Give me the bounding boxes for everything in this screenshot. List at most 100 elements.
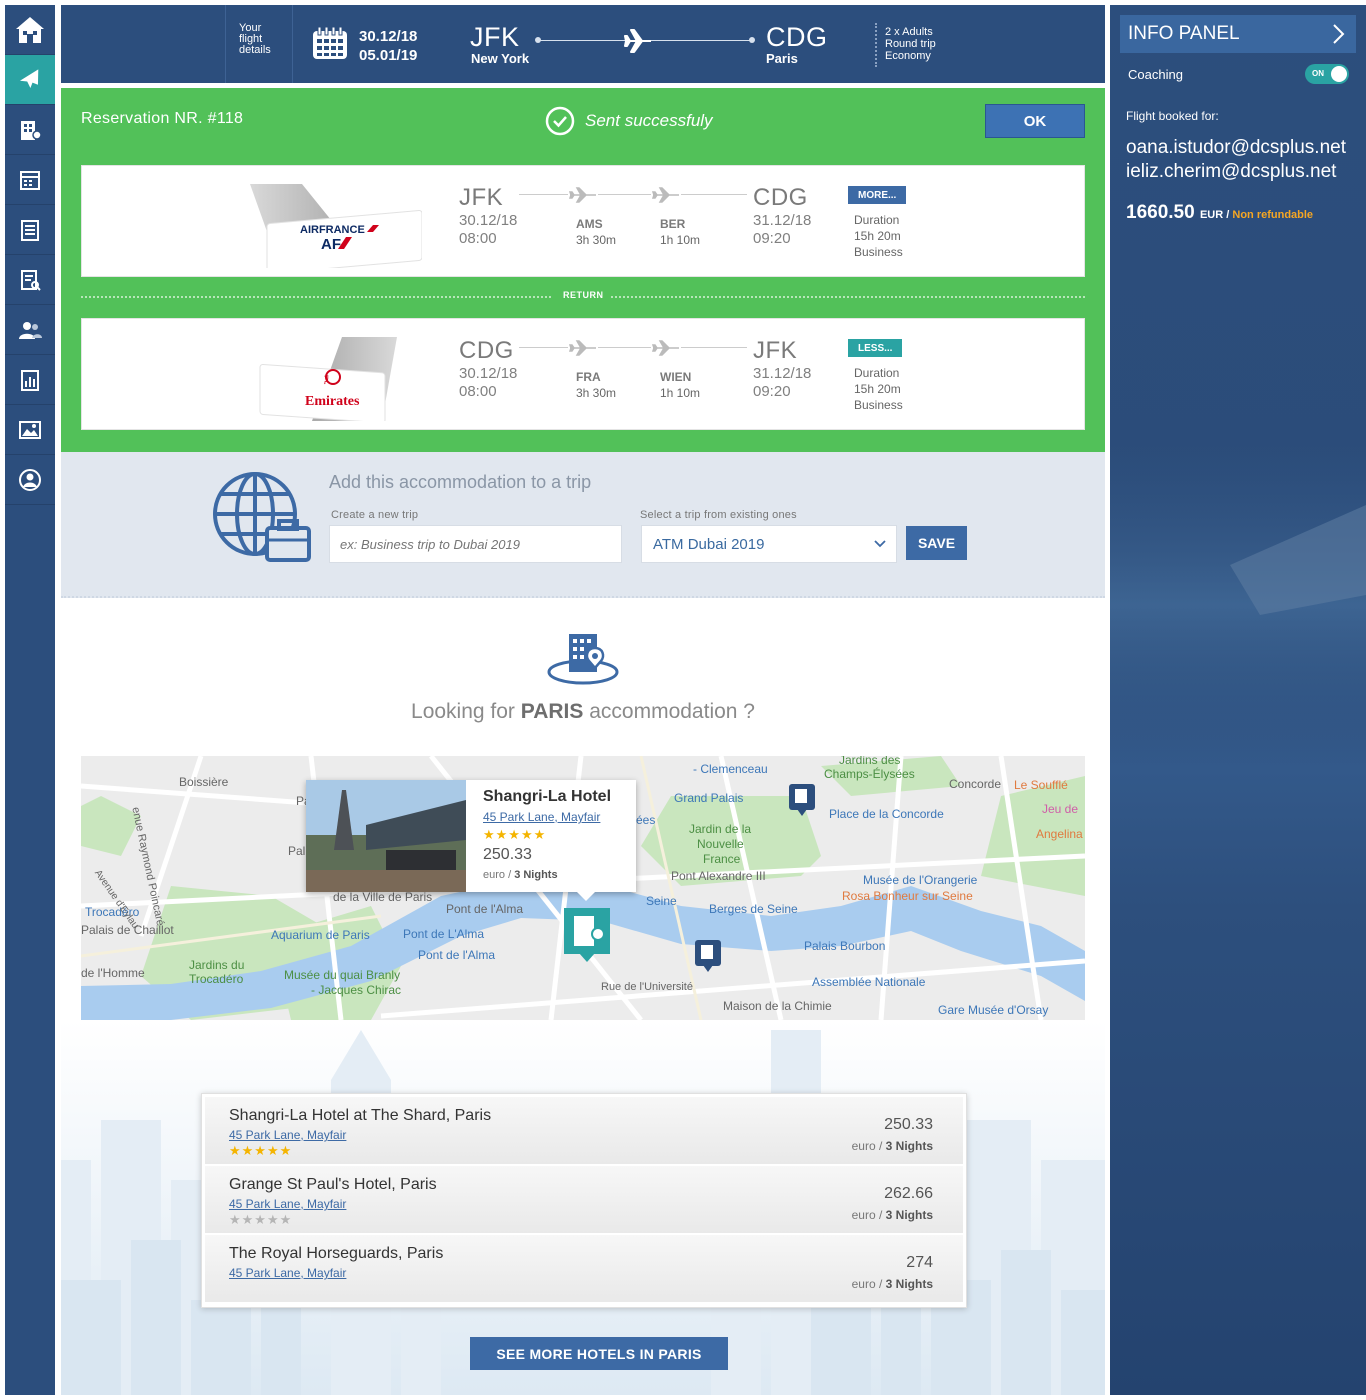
date: 31.12/18 (753, 212, 812, 229)
map-label: Musée de l'Orangerie (863, 873, 978, 887)
sidebar-item-home[interactable] (5, 5, 55, 55)
popup-pointer (575, 890, 597, 901)
coaching-toggle[interactable]: ON (1305, 64, 1349, 84)
map-label: Pal (288, 844, 306, 858)
sidebar-item-profile[interactable] (5, 455, 55, 505)
depart-date: 30.12/18 (359, 28, 418, 45)
sidebar-item-reports[interactable] (5, 255, 55, 305)
map-label: de la Ville de Paris (333, 890, 433, 904)
toggle-knob (1331, 66, 1347, 82)
existing-trip-label: Select a trip from existing ones (640, 509, 797, 521)
building-icon (21, 120, 42, 140)
map-label: Angelina (1036, 827, 1083, 841)
info-panel-header[interactable]: INFO PANEL (1120, 15, 1356, 53)
see-more-hotels-button[interactable]: SEE MORE HOTELS IN PARIS (470, 1337, 728, 1370)
flight-duration: Duration 15h 20m Business (854, 212, 903, 260)
chevron-right-icon[interactable] (1332, 23, 1346, 45)
chart-icon (21, 369, 39, 391)
stop-duration: 1h 10m (660, 386, 701, 400)
date: 30.12/18 (459, 212, 518, 229)
total-currency: EUR (1199, 209, 1224, 221)
airfrance-logo: AIRFRANCE AF (250, 184, 422, 268)
inbound-from-code: CDG (459, 337, 514, 364)
new-trip-input[interactable] (329, 525, 622, 563)
toggle-state: ON (1312, 69, 1324, 78)
total-amount: 1660.50 (1126, 202, 1195, 223)
sidebar-item-statistics[interactable] (5, 355, 55, 405)
list-item[interactable]: Grange St Paul's Hotel, Paris 45 Park La… (205, 1166, 963, 1233)
emirates-logo: ﻹ Emirates (259, 337, 397, 421)
existing-trip-select[interactable]: ATM Dubai 2019 (641, 525, 897, 563)
map-label: Place de la Concorde (829, 807, 944, 821)
inbound-to-code: JFK (753, 337, 798, 364)
header-divider (292, 5, 293, 83)
popup-hotel-address[interactable]: 45 Park Lane, Mayfair (483, 810, 600, 824)
duration-value: 15h 20m (854, 382, 901, 396)
calendar-icon (313, 26, 347, 59)
heading-prefix: Looking for (411, 700, 521, 723)
list-item[interactable]: The Royal Horseguards, Paris 45 Park Lan… (205, 1235, 963, 1302)
hotel-address[interactable]: 45 Park Lane, Mayfair (229, 1266, 346, 1280)
dotted-line (611, 296, 1085, 298)
passenger-email: oana.istudor@dcsplus.net (1126, 137, 1346, 158)
user-circle-icon (19, 468, 41, 491)
map-label: Jeu de (1042, 802, 1079, 816)
outbound-arrival: 31.12/18 09:20 (753, 212, 811, 248)
date: 31.12/18 (753, 365, 812, 382)
sidebar-item-hotels[interactable] (5, 105, 55, 155)
popup-stay: euro / 3 Nights (483, 869, 558, 881)
hotel-address[interactable]: 45 Park Lane, Mayfair (229, 1128, 346, 1142)
stay-prefix: euro / (851, 1208, 886, 1222)
stay-nights: 3 Nights (885, 1139, 933, 1153)
home-icon (16, 16, 44, 43)
plane-icon (651, 340, 681, 356)
map-label: Palais Bourbon (804, 939, 886, 953)
hotel-map-popup[interactable]: Shangri-La Hotel 45 Park Lane, Mayfair ★… (306, 780, 636, 892)
sidebar-item-documents[interactable] (5, 205, 55, 255)
map-label: Assemblée Nationale (812, 975, 926, 989)
map-label: Jardins du (189, 958, 245, 972)
hotel-map[interactable]: Boissière Trocadéro Palais de Chaillot d… (81, 756, 1085, 1020)
list-item[interactable]: Shangri-La Hotel at The Shard, Paris 45 … (205, 1097, 963, 1164)
plane-icon (19, 68, 39, 88)
stay-prefix: euro / (483, 869, 515, 881)
sidebar-item-calendar[interactable] (5, 155, 55, 205)
calendar-icon (20, 170, 40, 190)
date: 30.12/18 (459, 365, 518, 382)
map-label: Pont de l'Alma (446, 902, 523, 916)
map-label: - Clemenceau (693, 762, 768, 776)
plane-icon (624, 29, 651, 53)
stay-prefix: euro / (851, 1139, 886, 1153)
stay-nights: 3 Nights (885, 1208, 933, 1222)
less-details-button[interactable]: LESS... (848, 339, 903, 357)
dotted-divider (61, 596, 1105, 598)
hotel-address[interactable]: 45 Park Lane, Mayfair (229, 1197, 346, 1211)
stop-code: FRA (576, 370, 601, 384)
coaching-label: Coaching (1128, 67, 1183, 82)
map-label: Nouvelle (697, 837, 744, 851)
stopover: BER 1h 10m (660, 216, 700, 248)
map-label: Maison de la Chimie (723, 999, 832, 1013)
time: 09:20 (753, 383, 791, 400)
sidebar (5, 5, 55, 1395)
more-details-button[interactable]: MORE... (848, 186, 907, 204)
map-label: Aquarium de Paris (271, 928, 370, 942)
hotel-stay: euro / 3 Nights (852, 1277, 933, 1291)
check-circle-icon (545, 106, 575, 136)
image-icon (19, 420, 41, 439)
hotel-name: Shangri-La Hotel at The Shard, Paris (229, 1107, 492, 1124)
save-button[interactable]: SAVE (906, 526, 967, 560)
sidebar-item-flights[interactable] (5, 55, 55, 105)
stop-code: AMS (576, 217, 603, 231)
popup-price: 250.33 (483, 846, 532, 863)
ok-button[interactable]: OK (985, 104, 1085, 138)
svg-text:ﻹ: ﻹ (324, 374, 329, 385)
chevron-down-icon (874, 540, 886, 548)
heading-city: PARIS (520, 700, 584, 723)
sidebar-item-gallery[interactable] (5, 405, 55, 455)
hotel-stay: euro / 3 Nights (852, 1139, 933, 1153)
map-label: Berges de Seine (709, 902, 798, 916)
selected-trip: ATM Dubai 2019 (653, 536, 765, 553)
sidebar-item-users[interactable] (5, 305, 55, 355)
destination-code: CDG (766, 22, 828, 52)
